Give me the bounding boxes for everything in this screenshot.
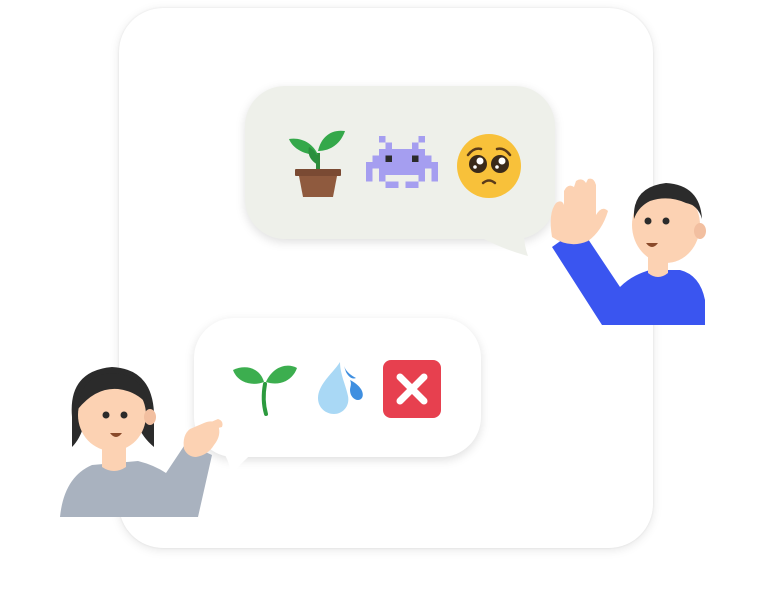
cross-mark-icon <box>383 360 441 418</box>
seedling-icon <box>233 365 297 416</box>
space-invader-icon <box>366 135 438 189</box>
man-waving-avatar <box>550 178 706 325</box>
potted-plant-icon <box>289 130 345 197</box>
pleading-face-icon <box>457 134 521 198</box>
sweat-droplets-icon <box>318 362 363 414</box>
woman-waving-avatar <box>60 367 223 517</box>
top-bubble-tail <box>475 220 528 256</box>
